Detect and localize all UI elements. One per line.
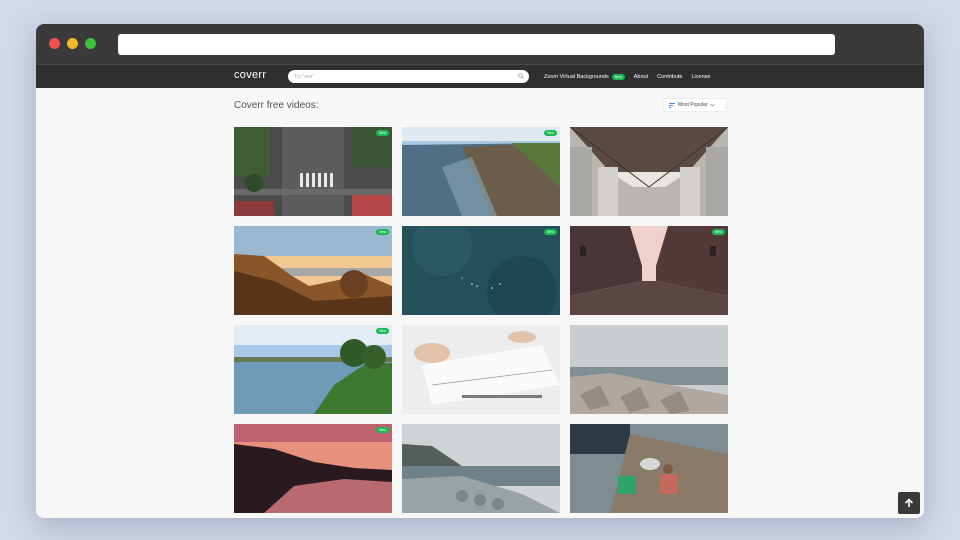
new-badge: New [543,130,557,136]
video-thumbnail[interactable]: New [234,226,392,315]
page-title: Coverr free videos: [234,100,319,111]
sort-label: Most Popular [678,102,708,108]
new-badge: New [375,427,389,433]
video-grid: New New New New New New New [234,127,728,513]
video-thumbnail[interactable]: New [402,226,560,315]
sort-icon [669,102,675,108]
new-badge: New [375,328,389,334]
video-preview-image [570,226,728,315]
browser-window: coverr Zoom Virtual Backgrounds New Abou… [36,24,924,518]
video-thumbnail[interactable] [570,325,728,414]
browser-titlebar [36,24,924,64]
video-preview-image [402,127,560,216]
address-bar[interactable] [118,34,835,55]
video-thumbnail[interactable]: New [234,127,392,216]
video-preview-image [402,226,560,315]
search-input[interactable] [288,70,529,83]
maximize-window-button[interactable] [85,38,96,49]
video-thumbnail[interactable] [402,325,560,414]
video-preview-image [570,127,728,216]
video-thumbnail[interactable]: New [234,424,392,513]
nav-link-zoom-backgrounds[interactable]: Zoom Virtual Backgrounds New [544,74,625,80]
video-thumbnail[interactable]: New [402,127,560,216]
minimize-window-button[interactable] [67,38,78,49]
site-navbar: coverr Zoom Virtual Backgrounds New Abou… [36,64,924,88]
video-preview-image [234,127,392,216]
close-window-button[interactable] [49,38,60,49]
back-to-top-button[interactable] [898,492,920,514]
arrow-up-icon [904,498,914,507]
video-thumbnail[interactable]: New [234,325,392,414]
new-badge: New [711,229,725,235]
nav-link-contribute[interactable]: Contribute [657,74,682,80]
nav-link-license[interactable]: License [692,74,711,80]
main-content: Coverr free videos: Most Popular New New… [234,88,728,518]
nav-link-label: Zoom Virtual Backgrounds [544,74,609,80]
video-thumbnail[interactable]: New [570,226,728,315]
video-preview-image [402,424,560,513]
video-preview-image [234,424,392,513]
new-badge: New [375,229,389,235]
new-badge: New [375,130,389,136]
new-badge: New [543,229,557,235]
chevron-down-icon [710,103,716,107]
new-badge: New [611,74,625,80]
video-preview-image [234,325,392,414]
coverr-logo[interactable]: coverr [234,69,266,81]
video-preview-image [402,325,560,414]
video-thumbnail[interactable] [570,127,728,216]
video-thumbnail[interactable] [402,424,560,513]
video-preview-image [234,226,392,315]
video-preview-image [570,424,728,513]
nav-links: Zoom Virtual Backgrounds New About Contr… [544,72,719,82]
video-preview-image [570,325,728,414]
video-thumbnail[interactable] [570,424,728,513]
nav-link-about[interactable]: About [634,74,648,80]
search-icon[interactable] [518,73,524,79]
sort-dropdown[interactable]: Most Popular [663,98,727,112]
